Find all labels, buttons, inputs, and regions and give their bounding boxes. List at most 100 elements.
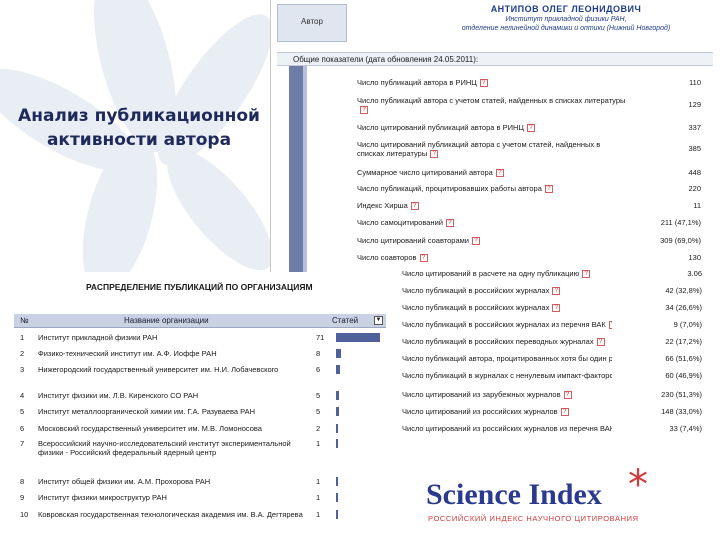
stat-value: 110 [689, 78, 701, 87]
sidebar-strip [289, 66, 303, 272]
stat-label[interactable]: Число цитирований из российских журналов… [402, 424, 612, 433]
help-icon[interactable]: ? [582, 270, 591, 279]
stat-label[interactable]: Число публикаций в российских переводных… [402, 337, 594, 346]
stat-label[interactable]: Число публикаций автора, процитированных… [402, 354, 612, 363]
org-count-bar [336, 493, 338, 502]
stat-label[interactable]: Число цитирований публикаций автора с уч… [357, 140, 600, 158]
org-count-bar [336, 349, 341, 358]
org-name-link[interactable]: Институт металлоорганической химии им. Г… [38, 407, 306, 416]
stat-label[interactable]: Число публикаций в российских журналах и… [402, 320, 606, 329]
stat-value: 9 (7,0%) [673, 320, 702, 329]
stat-value: 129 [688, 100, 701, 109]
stat-value: 220 [688, 184, 701, 193]
col-count-header[interactable]: Статей [332, 316, 358, 325]
help-icon[interactable]: ? [596, 338, 605, 347]
stat-label[interactable]: Индекс Хирша [357, 201, 408, 210]
org-count-bar [336, 365, 340, 374]
stat-value: 230 (51,3%) [661, 390, 702, 399]
stat-value: 22 (17,2%) [665, 337, 702, 346]
help-icon[interactable]: ? [552, 287, 561, 296]
org-name-link[interactable]: Нижегородский государственный университе… [38, 365, 306, 374]
stat-label[interactable]: Число соавторов [357, 253, 417, 262]
org-name-link[interactable]: Институт прикладной физики РАН [38, 333, 306, 342]
slide-title-line1: Анализ публикационной [18, 106, 260, 126]
stat-label[interactable]: Число публикаций, процитировавших работы… [357, 184, 542, 193]
help-icon[interactable]: ? [552, 304, 561, 313]
help-icon[interactable]: ? [479, 79, 488, 88]
sidebar-strip-light [303, 66, 307, 272]
org-count[interactable]: 6 [316, 365, 320, 374]
organizations-table-header: № Название организации Статей ▼ [14, 314, 386, 328]
help-icon[interactable]: ? [419, 254, 428, 263]
stat-label[interactable]: Суммарное число цитирований автора [357, 168, 493, 177]
help-icon[interactable]: ? [360, 106, 368, 115]
org-name-link[interactable]: Ковровская государственная технологическ… [38, 510, 306, 519]
org-count[interactable]: 8 [316, 349, 320, 358]
stat-label[interactable]: Число цитирований соавторами [357, 236, 469, 245]
organizations-panel: РАСПРЕДЕЛЕНИЕ ПУБЛИКАЦИЙ ПО ОРГАНИЗАЦИЯМ… [0, 272, 400, 540]
stat-value: 33 (7,4%) [669, 424, 702, 433]
science-index-logo: Science Index * РОССИЙСКИЙ ИНДЕКС НАУЧНО… [420, 462, 710, 532]
col-name-header[interactable]: Название организации [124, 316, 209, 325]
stat-label[interactable]: Число цитирований публикаций автора в РИ… [357, 123, 524, 132]
col-number-header: № [20, 316, 29, 325]
help-icon[interactable]: ? [608, 321, 612, 330]
help-icon[interactable]: ? [526, 124, 535, 133]
help-icon[interactable]: ? [410, 202, 419, 211]
org-count[interactable]: 1 [316, 477, 320, 486]
stat-label[interactable]: Число цитирований из российских журналов [402, 407, 558, 416]
author-profile-panel: Автор АНТИПОВ ОЛЕГ ЛЕОНИДОВИЧ Институт п… [270, 0, 720, 272]
author-name[interactable]: АНТИПОВ ОЛЕГ ЛЕОНИДОВИЧ [421, 4, 711, 14]
org-count[interactable]: 1 [316, 439, 320, 448]
org-count-bar [336, 477, 338, 486]
row-number: 5 [20, 407, 25, 416]
asterisk-icon: * [628, 462, 648, 508]
slide-title: Анализ публикационной активности автора [8, 104, 270, 152]
stat-label[interactable]: Число цитирований в расчете на одну публ… [402, 269, 579, 278]
stat-label[interactable]: Число публикаций в российских журналах [402, 286, 549, 295]
stat-value: 11 [693, 201, 701, 210]
org-count-bar [336, 510, 338, 519]
org-count[interactable]: 5 [316, 407, 320, 416]
org-name-link[interactable]: Институт физики им. Л.В. Киренского СО Р… [38, 391, 306, 400]
org-count[interactable]: 1 [316, 493, 320, 502]
org-count[interactable]: 71 [316, 333, 324, 342]
help-icon[interactable]: ? [430, 150, 439, 159]
org-count[interactable]: 2 [316, 424, 320, 433]
sort-icon[interactable]: ▼ [374, 316, 383, 325]
stat-value: 148 (33,0%) [661, 407, 702, 416]
organizations-heading: РАСПРЕДЕЛЕНИЕ ПУБЛИКАЦИЙ ПО ОРГАНИЗАЦИЯМ [86, 282, 313, 292]
help-icon[interactable]: ? [560, 408, 569, 417]
stat-value: 66 (51,6%) [665, 354, 702, 363]
row-number: 10 [20, 510, 29, 519]
row-number: 2 [20, 349, 25, 358]
stat-value: 34 (26,6%) [665, 303, 702, 312]
stat-label[interactable]: Число цитирований из зарубежных журналов [402, 390, 561, 399]
stats-continued-panel: Число цитирований в расчете на одну публ… [400, 266, 720, 434]
org-name-link[interactable]: Физико-технический институт им. А.Ф. Иоф… [38, 349, 306, 358]
org-count-bar [336, 424, 338, 433]
org-count-bar [336, 333, 380, 342]
org-name-link[interactable]: Институт общей физики им. А.М. Прохорова… [38, 477, 306, 486]
org-name-link[interactable]: Всероссийский научно-исследовательский и… [38, 439, 306, 457]
logo-subtitle: РОССИЙСКИЙ ИНДЕКС НАУЧНОГО ЦИТИРОВАНИЯ [428, 514, 639, 523]
help-icon[interactable]: ? [472, 237, 480, 246]
org-name-link[interactable]: Институт физики микроструктур РАН [38, 493, 306, 502]
org-count[interactable]: 1 [316, 510, 320, 519]
help-icon[interactable]: ? [495, 169, 504, 178]
affiliation-line2: отделение нелинейной динамики и оптики (… [461, 25, 671, 32]
stat-value: 42 (32,8%) [665, 286, 702, 295]
org-count[interactable]: 5 [316, 391, 320, 400]
stat-label[interactable]: Число публикаций автора с учетом статей,… [357, 96, 625, 105]
org-name-link[interactable]: Московский государственный университет и… [38, 424, 306, 433]
stat-label[interactable]: Число публикаций в журналах с ненулевым … [402, 371, 612, 380]
help-icon[interactable]: ? [563, 391, 572, 400]
help-icon[interactable]: ? [445, 219, 454, 228]
stat-label[interactable]: Число самоцитирований [357, 218, 443, 227]
author-affiliation: Институт прикладной физики РАН, отделени… [421, 15, 711, 33]
help-icon[interactable]: ? [544, 185, 553, 194]
stat-label[interactable]: Число публикаций автора в РИНЦ [357, 78, 477, 87]
stat-value: 448 [688, 168, 701, 177]
slide-title-line2: активности автора [46, 130, 232, 150]
stat-label[interactable]: Число публикаций в российских журналах [402, 303, 549, 312]
